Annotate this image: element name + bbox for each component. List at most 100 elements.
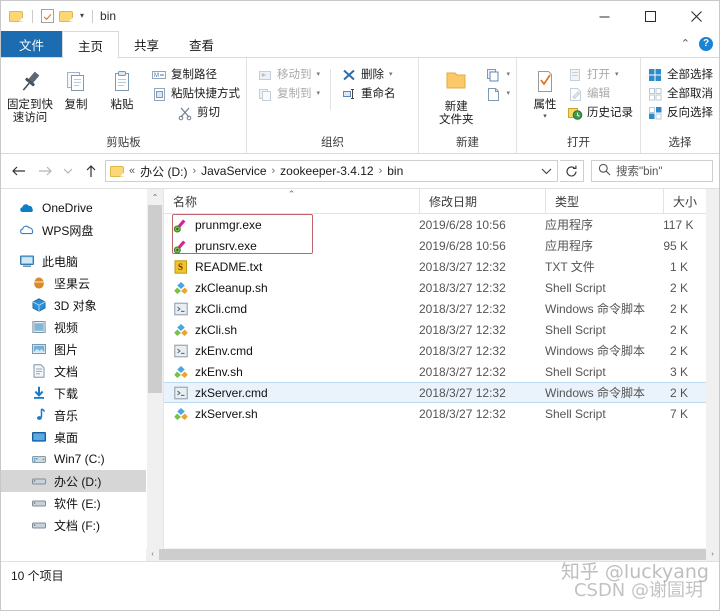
table-row[interactable]: zkCli.sh 2018/3/27 12:32 Shell Script 2 … [164,319,706,340]
chevron-down-icon[interactable]: ▾ [615,67,619,83]
minimize-icon[interactable] [581,1,627,31]
chevron-down-icon[interactable]: ▾ [389,67,393,83]
sidebar-item-onedrive[interactable]: OneDrive [1,197,146,219]
history-button[interactable]: 历史记录 [567,105,633,121]
breadcrumb-item-2[interactable]: zookeeper-3.4.12 [277,164,376,178]
tab-view[interactable]: 查看 [174,31,229,57]
column-header-name[interactable]: ⌃ 名称 [164,189,419,213]
chevron-down-icon[interactable]: ▾ [317,86,321,102]
table-row[interactable]: prunsrv.exe 2019/6/28 10:56 应用程序 95 K [164,235,706,256]
customize-caret-icon[interactable]: ▾ [80,12,84,20]
new-folder-icon[interactable] [59,10,74,23]
scroll-left-arrow-icon[interactable]: ‹ [146,548,159,561]
chevron-right-icon[interactable]: › [378,165,384,177]
column-header-type[interactable]: 类型 [545,189,663,213]
navigation-pane-scrollbar[interactable]: ⌃ ⌄ [146,189,163,561]
back-arrow-icon[interactable] [7,159,31,183]
tab-share[interactable]: 共享 [119,31,174,57]
sidebar-item-office-d[interactable]: 办公 (D:) [1,470,146,492]
chevron-down-icon[interactable]: ▾ [543,112,547,120]
easy-access-button[interactable]: ▾ [485,86,510,102]
move-to-button[interactable]: 移动到 ▾ [257,67,320,83]
table-row[interactable]: zkServer.cmd 2018/3/27 12:32 Windows 命令脚… [164,382,706,403]
horizontal-scrollbar[interactable]: ‹ › [146,548,719,561]
cut-button[interactable]: 剪切 [177,105,240,121]
table-row[interactable]: prunmgr.exe 2019/6/28 10:56 应用程序 117 K [164,214,706,235]
cmd-icon [173,301,189,317]
sidebar-item-music[interactable]: 音乐 [1,404,146,426]
table-row[interactable]: zkCli.cmd 2018/3/27 12:32 Windows 命令脚本 2… [164,298,706,319]
edit-button[interactable]: 编辑 [567,86,633,102]
sidebar-item-documents[interactable]: 文档 [1,360,146,382]
copy-button[interactable]: 复制 [53,64,99,112]
select-all-button[interactable]: 全部选择 [647,67,713,83]
scrollbar-thumb[interactable] [148,205,162,393]
select-none-button[interactable]: 全部取消 [647,86,713,102]
chevron-down-icon[interactable]: ▾ [317,67,321,83]
scroll-right-arrow-icon[interactable]: › [706,548,719,561]
paste-button[interactable]: 粘贴 [99,64,145,112]
invert-selection-button[interactable]: 反向选择 [647,105,713,121]
copy-path-button[interactable]: M 复制路径 [151,67,240,83]
sidebar-item-downloads[interactable]: 下载 [1,382,146,404]
pin-to-quick-access-button[interactable]: 固定到快 速访问 [7,64,53,125]
chevron-down-icon[interactable]: ▾ [506,86,510,102]
table-row[interactable]: zkEnv.cmd 2018/3/27 12:32 Windows 命令脚本 2… [164,340,706,361]
sidebar-item-desktop[interactable]: 桌面 [1,426,146,448]
chevron-right-icon[interactable]: › [271,165,277,177]
paste-shortcut-button[interactable]: 粘贴快捷方式 [151,86,240,102]
folder-icon[interactable] [9,10,24,23]
properties-button[interactable]: 属性 ▾ [525,64,565,120]
pin-icon [16,68,44,96]
chevron-down-icon[interactable]: ▾ [506,67,510,83]
copy-to-button[interactable]: 复制到 ▾ [257,86,320,102]
rename-button[interactable]: 重命名 [341,86,396,102]
sidebar-item-label: 3D 对象 [54,298,97,313]
sidebar-item-label: 图片 [54,342,79,357]
sidebar-item-videos[interactable]: 视频 [1,316,146,338]
delete-button[interactable]: 删除 ▾ [341,67,396,83]
chevron-down-icon[interactable] [537,167,555,175]
open-button[interactable]: 打开 ▾ [567,67,633,83]
maximize-icon[interactable] [627,1,673,31]
table-row[interactable]: S README.txt 2018/3/27 12:32 TXT 文件 1 K [164,256,706,277]
sidebar-item-label: 视频 [54,320,79,335]
new-folder-button[interactable]: 新建 文件夹 [429,64,483,127]
table-row[interactable]: zkCleanup.sh 2018/3/27 12:32 Shell Scrip… [164,277,706,298]
sidebar-item-software-e[interactable]: 软件 (E:) [1,492,146,514]
table-row[interactable]: zkEnv.sh 2018/3/27 12:32 Shell Script 3 … [164,361,706,382]
column-header-size[interactable]: 大小 [663,189,706,213]
sidebar-item-this-pc[interactable]: 此电脑 [1,250,146,272]
breadcrumb-item-3[interactable]: bin [384,164,406,178]
new-item-button[interactable]: ▾ [485,67,510,83]
refresh-icon[interactable] [560,160,584,182]
table-row[interactable]: zkServer.sh 2018/3/27 12:32 Shell Script… [164,403,706,424]
scroll-up-arrow-icon[interactable]: ⌃ [147,189,163,205]
sidebar-item-win7-c[interactable]: Win7 (C:) [1,448,146,470]
up-arrow-icon[interactable] [79,159,103,183]
ribbon-group-select: 全部选择 全部取消 反向选择 选择 [641,58,719,153]
close-icon[interactable] [673,1,719,31]
chevron-right-icon[interactable]: › [191,165,197,177]
column-header-date[interactable]: 修改日期 [419,189,545,213]
copy-icon [62,68,90,96]
breadcrumb-item-0[interactable]: 办公 (D:) [137,163,190,180]
sidebar-item-documents-f[interactable]: 文档 (F:) [1,514,146,536]
search-input[interactable]: 搜索"bin" [591,160,713,182]
chevron-up-icon[interactable]: ⌃ [681,38,690,50]
sidebar-item-wps-cloud[interactable]: WPS网盘 [1,219,146,241]
breadcrumb-overflow[interactable]: « [128,165,136,177]
properties-icon[interactable] [41,9,54,23]
sidebar-item-pictures[interactable]: 图片 [1,338,146,360]
tab-home[interactable]: 主页 [62,31,120,58]
help-icon[interactable]: ? [699,37,713,51]
breadcrumb-bar[interactable]: « 办公 (D:) › JavaService › zookeeper-3.4.… [105,160,558,182]
breadcrumb-item-1[interactable]: JavaService [198,164,269,178]
file-list-scrollbar[interactable] [706,189,719,561]
tab-file[interactable]: 文件 [1,31,63,57]
recent-locations-icon[interactable] [59,159,77,183]
scrollbar-thumb[interactable] [159,549,706,560]
sidebar-item-nutstore[interactable]: 坚果云 [1,272,146,294]
sidebar-item-3d-objects[interactable]: 3D 对象 [1,294,146,316]
forward-arrow-icon[interactable] [33,159,57,183]
